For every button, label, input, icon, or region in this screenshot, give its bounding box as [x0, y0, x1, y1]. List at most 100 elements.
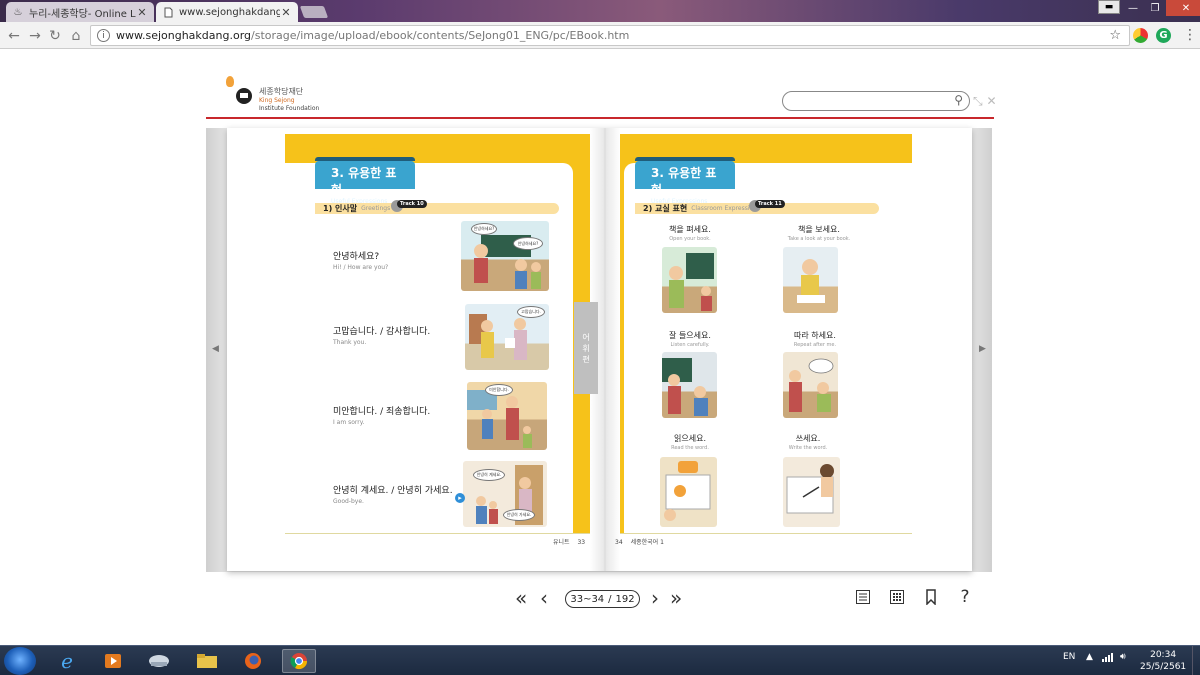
phrase-english: Open your book.	[669, 236, 711, 242]
internet-explorer-icon[interactable]: e	[50, 649, 84, 673]
next-page-arrow-icon[interactable]: ▶	[979, 344, 986, 354]
phrase-korean: 잘 들으세요.	[669, 331, 711, 340]
new-tab-button[interactable]	[299, 6, 329, 18]
right-page-footer: 34 세종한국어 1	[615, 537, 664, 546]
left-page-footer-line	[285, 533, 590, 534]
caption-look-book: 책을 보세요. Take a look at your book.	[778, 224, 860, 242]
url-path: /storage/image/upload/ebook/contents/SeJ…	[251, 29, 630, 42]
bookmark-star-icon[interactable]: ☆	[1109, 28, 1121, 43]
phrase-korean: 안녕히 계세요. / 안녕히 가세요.	[333, 486, 453, 496]
sejong-favicon-icon: ♨	[13, 6, 23, 18]
open-book: 어 휘 편 3. 유용한 표현 Useful Expressions 1) 인사…	[227, 128, 972, 571]
network-drive-icon[interactable]	[142, 649, 176, 673]
speech-bubble: 고맙습니다.	[517, 306, 545, 318]
section-title-en: Greetings	[361, 205, 391, 212]
first-page-icon[interactable]: «	[515, 588, 527, 608]
grammarly-icon[interactable]: G	[1156, 28, 1171, 43]
window-close-button[interactable]: ✕	[1166, 0, 1200, 16]
minimize-button[interactable]: —	[1122, 0, 1144, 16]
header-divider	[206, 117, 994, 119]
flame-icon	[226, 76, 234, 87]
audio-button-icon[interactable]: ▸	[455, 493, 465, 503]
phrase-korean: 고맙습니다. / 감사합니다.	[333, 327, 431, 337]
chrome-taskbar-icon[interactable]	[282, 649, 316, 673]
page-number: 34	[615, 539, 623, 546]
page-favicon-icon	[162, 6, 174, 18]
table-of-contents-icon[interactable]	[853, 587, 873, 607]
page-label: 세종한국어 1	[630, 539, 664, 546]
tab-title: 누리-세종학당- Online Le	[29, 8, 136, 20]
network-signal-icon[interactable]	[1102, 652, 1114, 665]
speech-bubble: 안녕하세요?	[513, 237, 543, 250]
volume-icon[interactable]: 🔊︎	[1120, 652, 1126, 662]
home-button[interactable]: ⌂	[66, 26, 86, 46]
section-title: 2) 교실 표현	[643, 204, 688, 213]
thumbnail-grid-icon[interactable]	[887, 587, 907, 607]
track-label: Track 11	[755, 200, 785, 208]
phrase-english: Take a look at your book.	[787, 236, 851, 242]
right-page-title: 3. 유용한 표현 Useful Expressions	[635, 157, 735, 205]
forward-button[interactable]: →	[25, 26, 45, 46]
prev-page-arrow-icon[interactable]: ◀	[212, 344, 219, 354]
phrase-korean: 책을 펴세요.	[669, 225, 711, 234]
previous-page-icon[interactable]: ‹	[540, 588, 548, 608]
user-profile-icon[interactable]: ▬	[1098, 0, 1120, 14]
tab-nuri-sejong[interactable]: ♨ 누리-세종학당- Online Le ✕	[6, 2, 154, 22]
section-title: 1) 인사말	[323, 204, 358, 213]
illustration-thanks: 고맙습니다.	[465, 304, 549, 370]
illustration-write	[783, 457, 840, 527]
phrase-english: Good-bye.	[333, 498, 364, 505]
emblem-icon	[236, 88, 252, 104]
page-title-text: 3. 유용한 표현	[651, 166, 717, 197]
file-explorer-icon[interactable]	[190, 649, 224, 673]
fullscreen-icon[interactable]: ⤡	[973, 94, 983, 108]
tab-title: www.sejonghakdang.org/	[179, 6, 280, 18]
phrase-korean: 미안합니다. / 죄송합니다.	[333, 407, 431, 417]
speech-bubble: 안녕하세요?	[471, 223, 497, 235]
help-icon[interactable]: ?	[955, 587, 975, 607]
restore-button[interactable]: ❐	[1144, 0, 1166, 16]
current-pages: 33~34	[570, 593, 605, 605]
illustration-repeat	[783, 352, 838, 418]
phrase-english: Listen carefully.	[670, 342, 710, 348]
caption-write: 쓰세요. Write the word.	[778, 433, 838, 451]
page-title-text: 3. 유용한 표현	[331, 166, 397, 197]
side-tab-char: 편	[582, 354, 590, 364]
page-label: 유니트	[553, 539, 570, 546]
caption-open-book: 책을 펴세요. Open your book.	[660, 224, 720, 242]
illustration-listen	[662, 352, 717, 418]
page-indicator[interactable]: 33~34 / 192	[565, 590, 640, 608]
phrase-korean: 안녕하세요?	[333, 252, 380, 262]
close-icon[interactable]: ✕	[986, 94, 996, 108]
fullscreen-close-icons: ⤡ ✕	[973, 94, 997, 109]
reload-button[interactable]: ↻	[45, 26, 65, 46]
extension-icon[interactable]	[1133, 28, 1148, 43]
phrase-english: I am sorry.	[333, 419, 365, 426]
illustration-open-book	[662, 247, 717, 313]
show-desktop-button[interactable]	[1192, 646, 1200, 675]
caption-listen: 잘 들으세요. Listen carefully.	[660, 330, 720, 348]
back-button[interactable]: ←	[4, 26, 24, 46]
show-hidden-icons[interactable]: ▲	[1086, 652, 1093, 662]
start-button[interactable]	[4, 647, 36, 675]
close-tab-icon[interactable]: ✕	[280, 6, 292, 19]
phrase-thanks: 고맙습니다. / 감사합니다. Thank you.	[333, 324, 430, 346]
last-page-icon[interactable]: »	[670, 588, 682, 608]
site-info-icon[interactable]: i	[97, 29, 110, 42]
bookmark-icon[interactable]	[921, 587, 941, 607]
search-icon[interactable]: ⚲	[954, 93, 963, 107]
foundation-logo[interactable]: 세종학당재단 King Sejong Institute Foundation	[226, 76, 326, 112]
close-tab-icon[interactable]: ✕	[136, 6, 148, 19]
side-tab-char: 어	[582, 332, 590, 342]
address-bar[interactable]: i www.sejonghakdang.org/storage/image/up…	[90, 25, 1130, 46]
input-language[interactable]: EN	[1063, 652, 1075, 662]
search-input[interactable]: ⚲	[782, 91, 970, 111]
firefox-icon[interactable]	[236, 649, 270, 673]
clock-date: 25/5/2561	[1140, 662, 1187, 672]
tab-sejonghakdang[interactable]: www.sejonghakdang.org/ ✕	[156, 2, 298, 22]
next-page-icon[interactable]: ›	[651, 588, 659, 608]
browser-menu-icon[interactable]: ⋮	[1183, 27, 1197, 43]
vocabulary-side-tab[interactable]: 어 휘 편	[574, 302, 598, 394]
system-clock[interactable]: 20:34 25/5/2561	[1140, 649, 1186, 673]
media-player-icon[interactable]	[96, 649, 130, 673]
